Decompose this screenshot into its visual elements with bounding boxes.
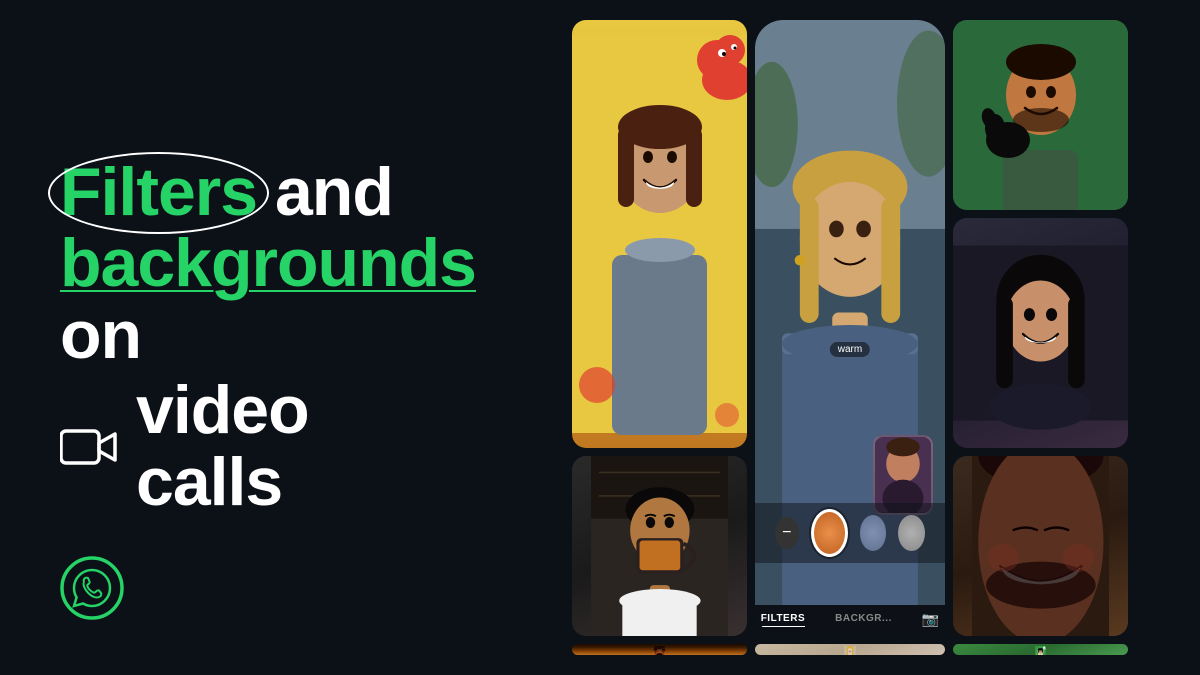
grid-cell-7 [572, 644, 747, 655]
filter-label: warm [830, 342, 870, 357]
backgrounds-word: backgrounds [60, 225, 476, 301]
grid-cell-3 [572, 20, 747, 448]
phone-video-area: warm − [755, 20, 945, 605]
filter-neutral[interactable] [898, 515, 925, 551]
grid-cell-8 [755, 644, 945, 655]
backgrounds-tab[interactable]: BACKGR... [835, 613, 892, 626]
camera-icon-small[interactable]: 📷 [922, 611, 939, 628]
video-calls-text: video calls [136, 375, 460, 518]
on-text: on [60, 297, 141, 373]
grid-cell-4 [572, 456, 747, 636]
grid-cell-9 [953, 644, 1128, 655]
video-calls-line: video calls [60, 375, 460, 518]
phone-ui: warm − FILTERS BACKGR... 📷 [755, 20, 945, 636]
filter-warm[interactable] [811, 509, 848, 557]
filter-cool[interactable] [860, 515, 887, 551]
right-panel: warm − FILTERS BACKGR... 📷 [520, 0, 1200, 675]
filters-tab[interactable]: FILTERS [761, 613, 805, 627]
left-panel: Filters and backgrounds on video calls [0, 0, 520, 675]
filters-word: Filters [60, 157, 257, 228]
and-text: and [257, 154, 393, 230]
filter-circles: − [755, 503, 945, 563]
video-camera-icon [60, 422, 122, 472]
whatsapp-logo [60, 556, 124, 625]
phone-bottom-bar: FILTERS BACKGR... 📷 [755, 605, 945, 636]
photo-grid: warm − FILTERS BACKGR... 📷 [572, 20, 1128, 655]
grid-cell-1 [953, 20, 1128, 210]
grid-cell-2 [953, 218, 1128, 448]
headline: Filters and backgrounds on video calls [60, 157, 460, 518]
grid-cell-6 [953, 456, 1128, 636]
grid-cell-phone: warm − FILTERS BACKGR... 📷 [755, 20, 945, 636]
filter-minus[interactable]: − [775, 517, 799, 549]
